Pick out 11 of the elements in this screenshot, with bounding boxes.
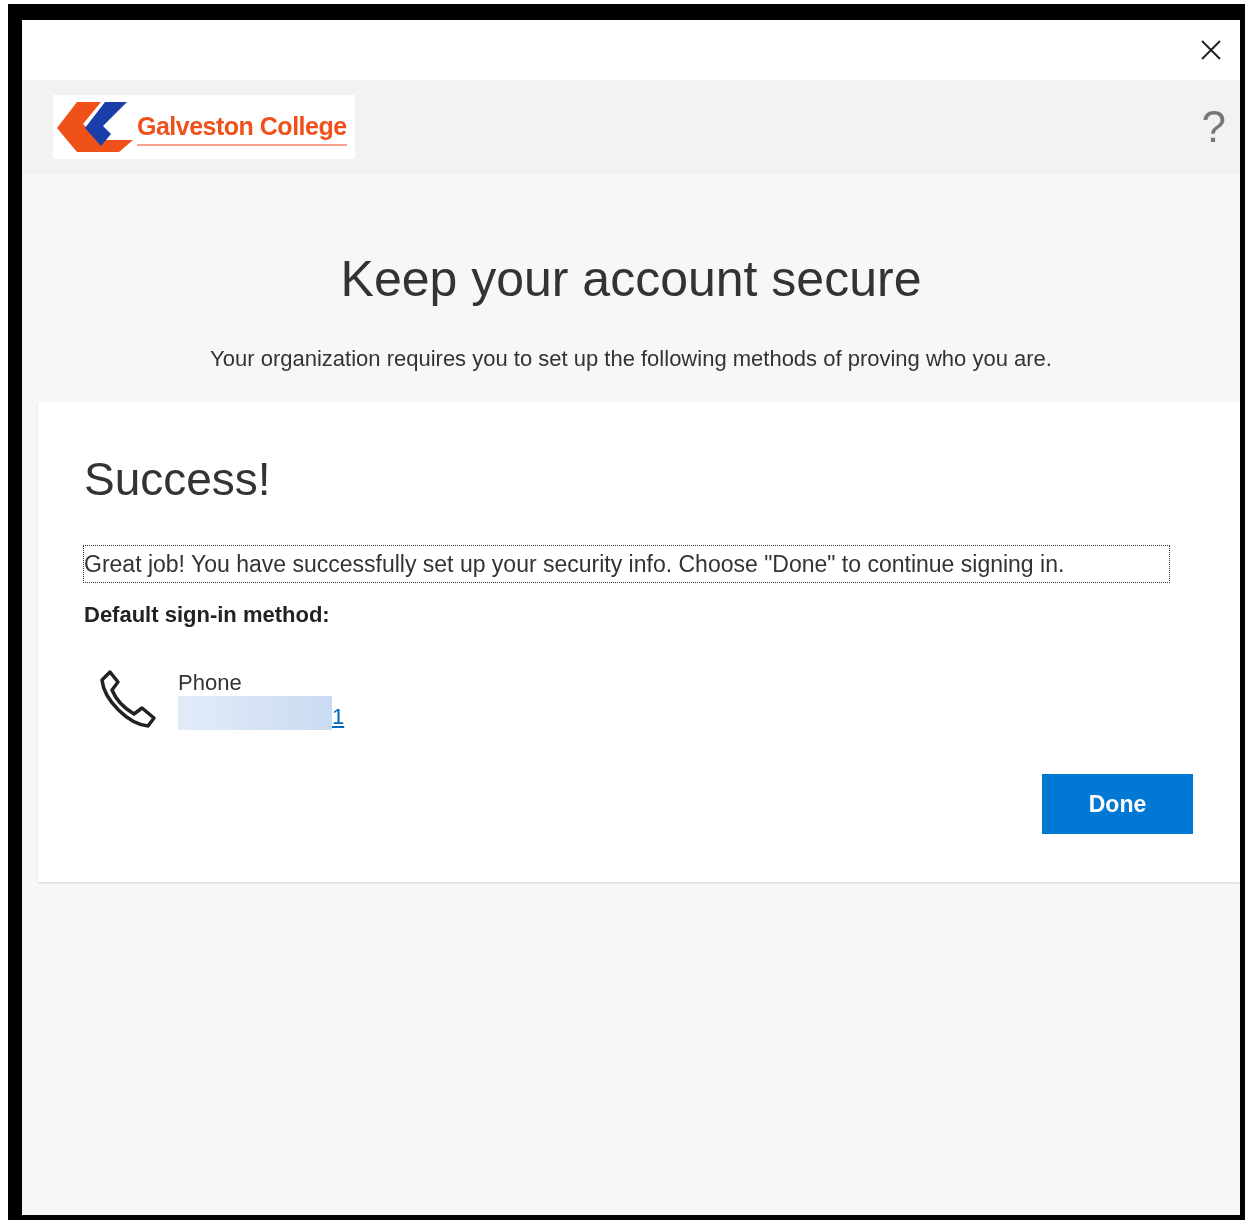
- page-subtitle: Your organization requires you to set up the following methods of proving who you are.: [209, 346, 1053, 372]
- page-title: Keep your account secure: [339, 250, 923, 308]
- phone-number-link[interactable]: 1: [332, 704, 345, 730]
- done-button[interactable]: Done: [1042, 774, 1193, 834]
- college-logo: Galveston College: [53, 95, 355, 159]
- success-heading: Success!: [84, 452, 272, 506]
- close-icon[interactable]: [1200, 39, 1222, 61]
- success-message: Great job! You have successfully set up your security info. Choose "Done" to continue signing in.: [84, 546, 1169, 582]
- default-method-label: Default sign-in method:: [84, 602, 331, 628]
- help-button[interactable]: ?: [1201, 102, 1226, 152]
- method-name: Phone: [178, 670, 243, 696]
